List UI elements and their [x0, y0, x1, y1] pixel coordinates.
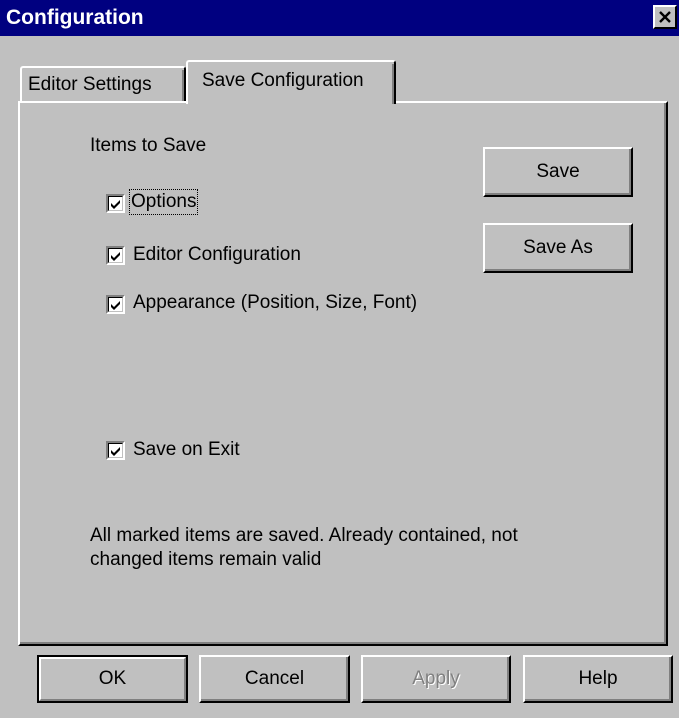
tab-panel: Items to Save Options Editor Configurati… [18, 101, 668, 646]
tab-editor-settings[interactable]: Editor Settings [20, 66, 186, 102]
title-bar[interactable]: Configuration [0, 0, 679, 36]
editor-configuration-checkbox[interactable] [106, 246, 125, 265]
ok-button-label: OK [98, 668, 127, 689]
options-checkbox[interactable] [106, 194, 125, 213]
appearance-label[interactable]: Appearance (Position, Size, Font) [133, 292, 417, 314]
save-on-exit-label[interactable]: Save on Exit [133, 439, 240, 461]
save-as-button-label: Save As [523, 237, 593, 258]
help-button-label: Help [578, 668, 618, 689]
tab-save-configuration-label: Save Configuration [202, 70, 364, 91]
ok-button[interactable]: OK [37, 655, 188, 703]
window-title: Configuration [6, 6, 144, 29]
save-as-button[interactable]: Save As [483, 223, 633, 273]
checkmark-icon [111, 252, 120, 261]
editor-configuration-label[interactable]: Editor Configuration [133, 244, 301, 266]
apply-button-label: Apply [412, 668, 460, 689]
note-text-line2: changed items remain valid [90, 549, 322, 570]
cancel-button-label: Cancel [244, 668, 305, 689]
save-button[interactable]: Save [483, 147, 633, 197]
checkmark-icon [111, 447, 120, 456]
save-button-label: Save [536, 161, 580, 182]
checkmark-icon [111, 200, 120, 209]
appearance-checkbox[interactable] [106, 295, 125, 314]
tab-editor-settings-label: Editor Settings [28, 74, 152, 95]
checkmark-icon [111, 301, 120, 310]
close-icon [659, 11, 671, 23]
options-label[interactable]: Options [128, 189, 199, 215]
close-button[interactable] [653, 5, 677, 29]
save-on-exit-checkbox[interactable] [106, 441, 125, 460]
help-button[interactable]: Help [523, 655, 673, 703]
tab-save-configuration[interactable]: Save Configuration [186, 60, 396, 104]
note-text-line1: All marked items are saved. Already cont… [90, 525, 518, 546]
items-to-save-label: Items to Save [90, 135, 207, 156]
cancel-button[interactable]: Cancel [199, 655, 350, 703]
apply-button[interactable]: Apply [361, 655, 511, 703]
